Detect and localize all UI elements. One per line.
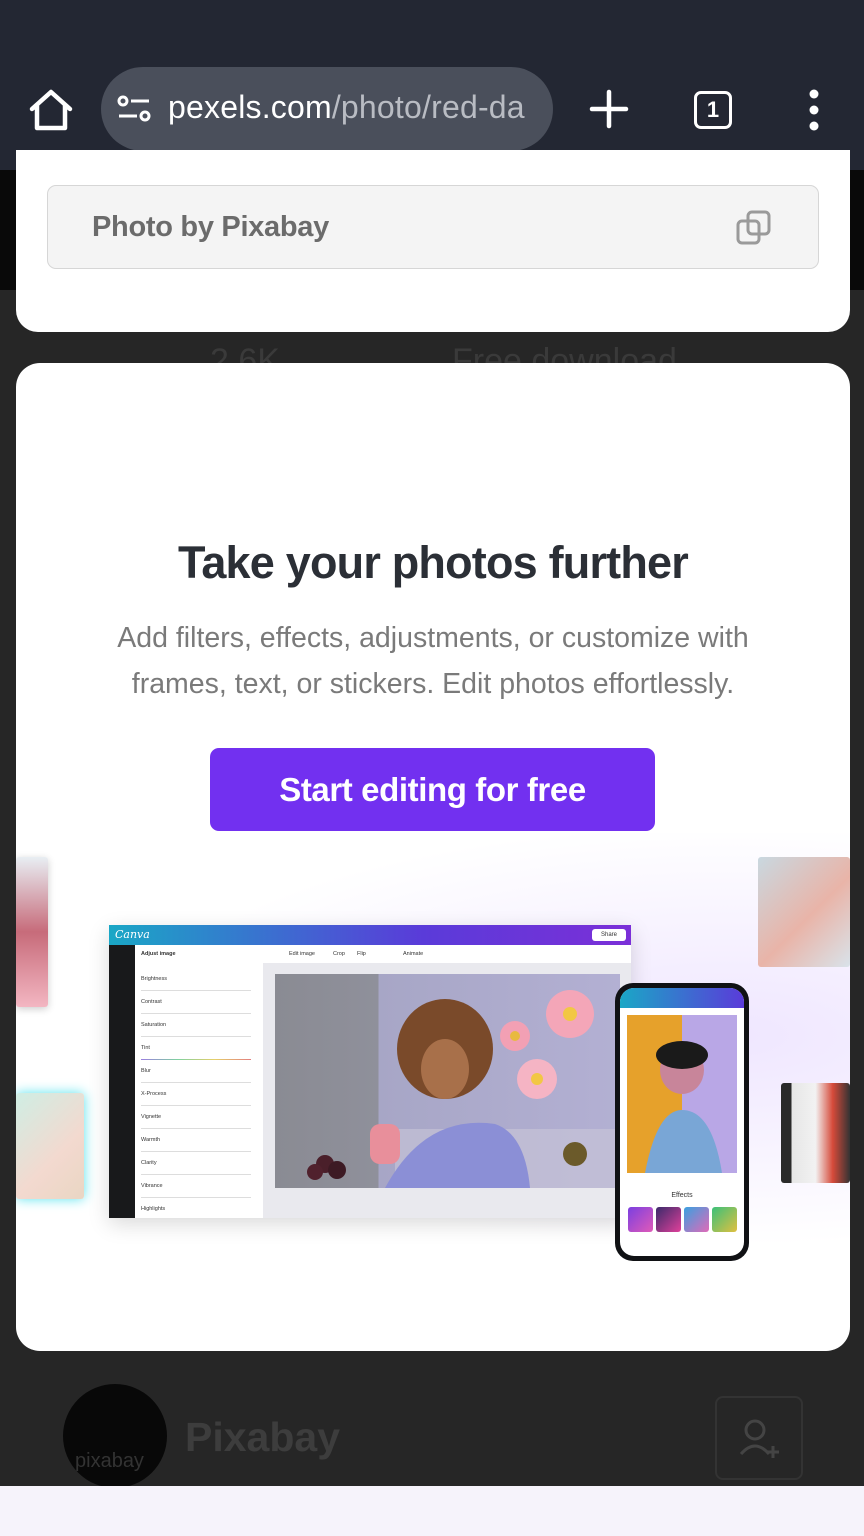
adjust-slider <box>141 1059 251 1060</box>
thumbnail-image <box>16 1093 84 1199</box>
adjust-slider <box>141 990 251 991</box>
effect-thumbnail <box>656 1207 681 1232</box>
phone-mockup: Effects <box>615 983 749 1261</box>
adjust-label: Highlights <box>141 1206 166 1212</box>
url-bar[interactable]: pexels.com/photo/red-da <box>101 67 553 151</box>
adjust-panel-title: Adjust image <box>141 951 176 957</box>
copy-icon[interactable] <box>736 210 772 246</box>
editor-toolbar: Edit image Crop Flip Animate <box>263 945 631 963</box>
effect-thumbnail <box>684 1207 709 1232</box>
new-tab-icon[interactable] <box>588 88 630 130</box>
credit-copy-field[interactable]: Photo by Pixabay <box>47 185 819 269</box>
editor-header: Canva Share <box>109 925 631 945</box>
browser-toolbar: pexels.com/photo/red-da 1 <box>0 0 864 170</box>
adjust-label: X-Process <box>141 1091 167 1097</box>
thumbnail-image <box>781 1083 850 1183</box>
toolbar-item: Edit image <box>289 951 315 957</box>
adjust-panel: Adjust image Brightness Contrast Saturat… <box>135 945 263 1218</box>
promo-title: Take your photos further <box>177 537 689 588</box>
adjust-slider <box>141 1197 251 1198</box>
toolbar-item: Animate <box>403 951 424 957</box>
author-avatar: pixabay <box>63 1384 167 1488</box>
promo-subtitle-line: frames, text, or stickers. Edit photos e… <box>131 668 735 700</box>
photo-illustration <box>307 990 620 1188</box>
system-nav-bar <box>0 1486 864 1536</box>
phone-header <box>620 988 744 1008</box>
more-vert-icon[interactable] <box>800 88 828 132</box>
adjust-label: Tint <box>141 1045 150 1051</box>
site-settings-icon[interactable] <box>117 94 153 124</box>
promo-card: Take your photos further Add filters, ef… <box>16 363 850 1351</box>
start-editing-button[interactable]: Start editing for free <box>210 748 655 831</box>
editor-canvas <box>263 963 631 1218</box>
credit-card: Photo by Pixabay <box>16 150 850 332</box>
thumbnail-image <box>16 857 48 1007</box>
tab-count: 1 <box>706 97 720 122</box>
credit-text: Photo by Pixabay <box>92 211 329 243</box>
add-person-icon <box>739 1419 779 1458</box>
adjust-label: Blur <box>141 1068 151 1074</box>
adjust-label: Contrast <box>141 999 162 1005</box>
tab-switcher-icon[interactable]: 1 <box>694 91 732 129</box>
canva-logo: Canva <box>115 928 150 941</box>
promo-subtitle-line: Add filters, effects, adjustments, or cu… <box>117 622 749 654</box>
avatar-text: pixabay <box>75 1450 144 1472</box>
author-name: Pixabay <box>185 1414 340 1460</box>
adjust-slider <box>141 1128 251 1129</box>
adjust-slider <box>141 1151 251 1152</box>
adjust-label: Saturation <box>141 1022 167 1028</box>
phone-screen: Effects <box>620 988 744 1256</box>
adjust-slider <box>141 1082 251 1083</box>
adjust-slider <box>141 1036 251 1037</box>
url-text: pexels.com/photo/red-da <box>168 89 525 125</box>
adjust-slider <box>141 1174 251 1175</box>
woman-photo <box>275 974 620 1188</box>
adjust-slider <box>141 1105 251 1106</box>
adjust-label: Vignette <box>141 1114 162 1120</box>
editor-side-rail <box>109 945 135 1218</box>
toolbar-item: Flip <box>357 951 366 957</box>
follow-button <box>715 1396 803 1480</box>
effect-thumbnail <box>628 1207 653 1232</box>
effects-label: Effects <box>671 1192 693 1199</box>
thumbnail-image <box>758 857 850 967</box>
adjust-slider <box>141 1013 251 1014</box>
home-icon[interactable] <box>26 86 76 134</box>
adjust-label: Vibrance <box>141 1183 163 1189</box>
promo-subtitle: Add filters, effects, adjustments, or cu… <box>56 615 810 707</box>
effect-thumbnail <box>712 1207 737 1232</box>
phone-photo <box>627 1015 737 1173</box>
adjust-label: Brightness <box>141 976 167 982</box>
editor-mockup: Canva Share Adjust image Brightness Cont… <box>109 925 631 1218</box>
editor-share-button: Share <box>592 929 626 941</box>
toolbar-item: Crop <box>333 951 345 957</box>
phone-photo-illustration <box>645 1041 722 1173</box>
adjust-label: Warmth <box>141 1137 161 1143</box>
adjust-label: Clarity <box>141 1160 157 1166</box>
